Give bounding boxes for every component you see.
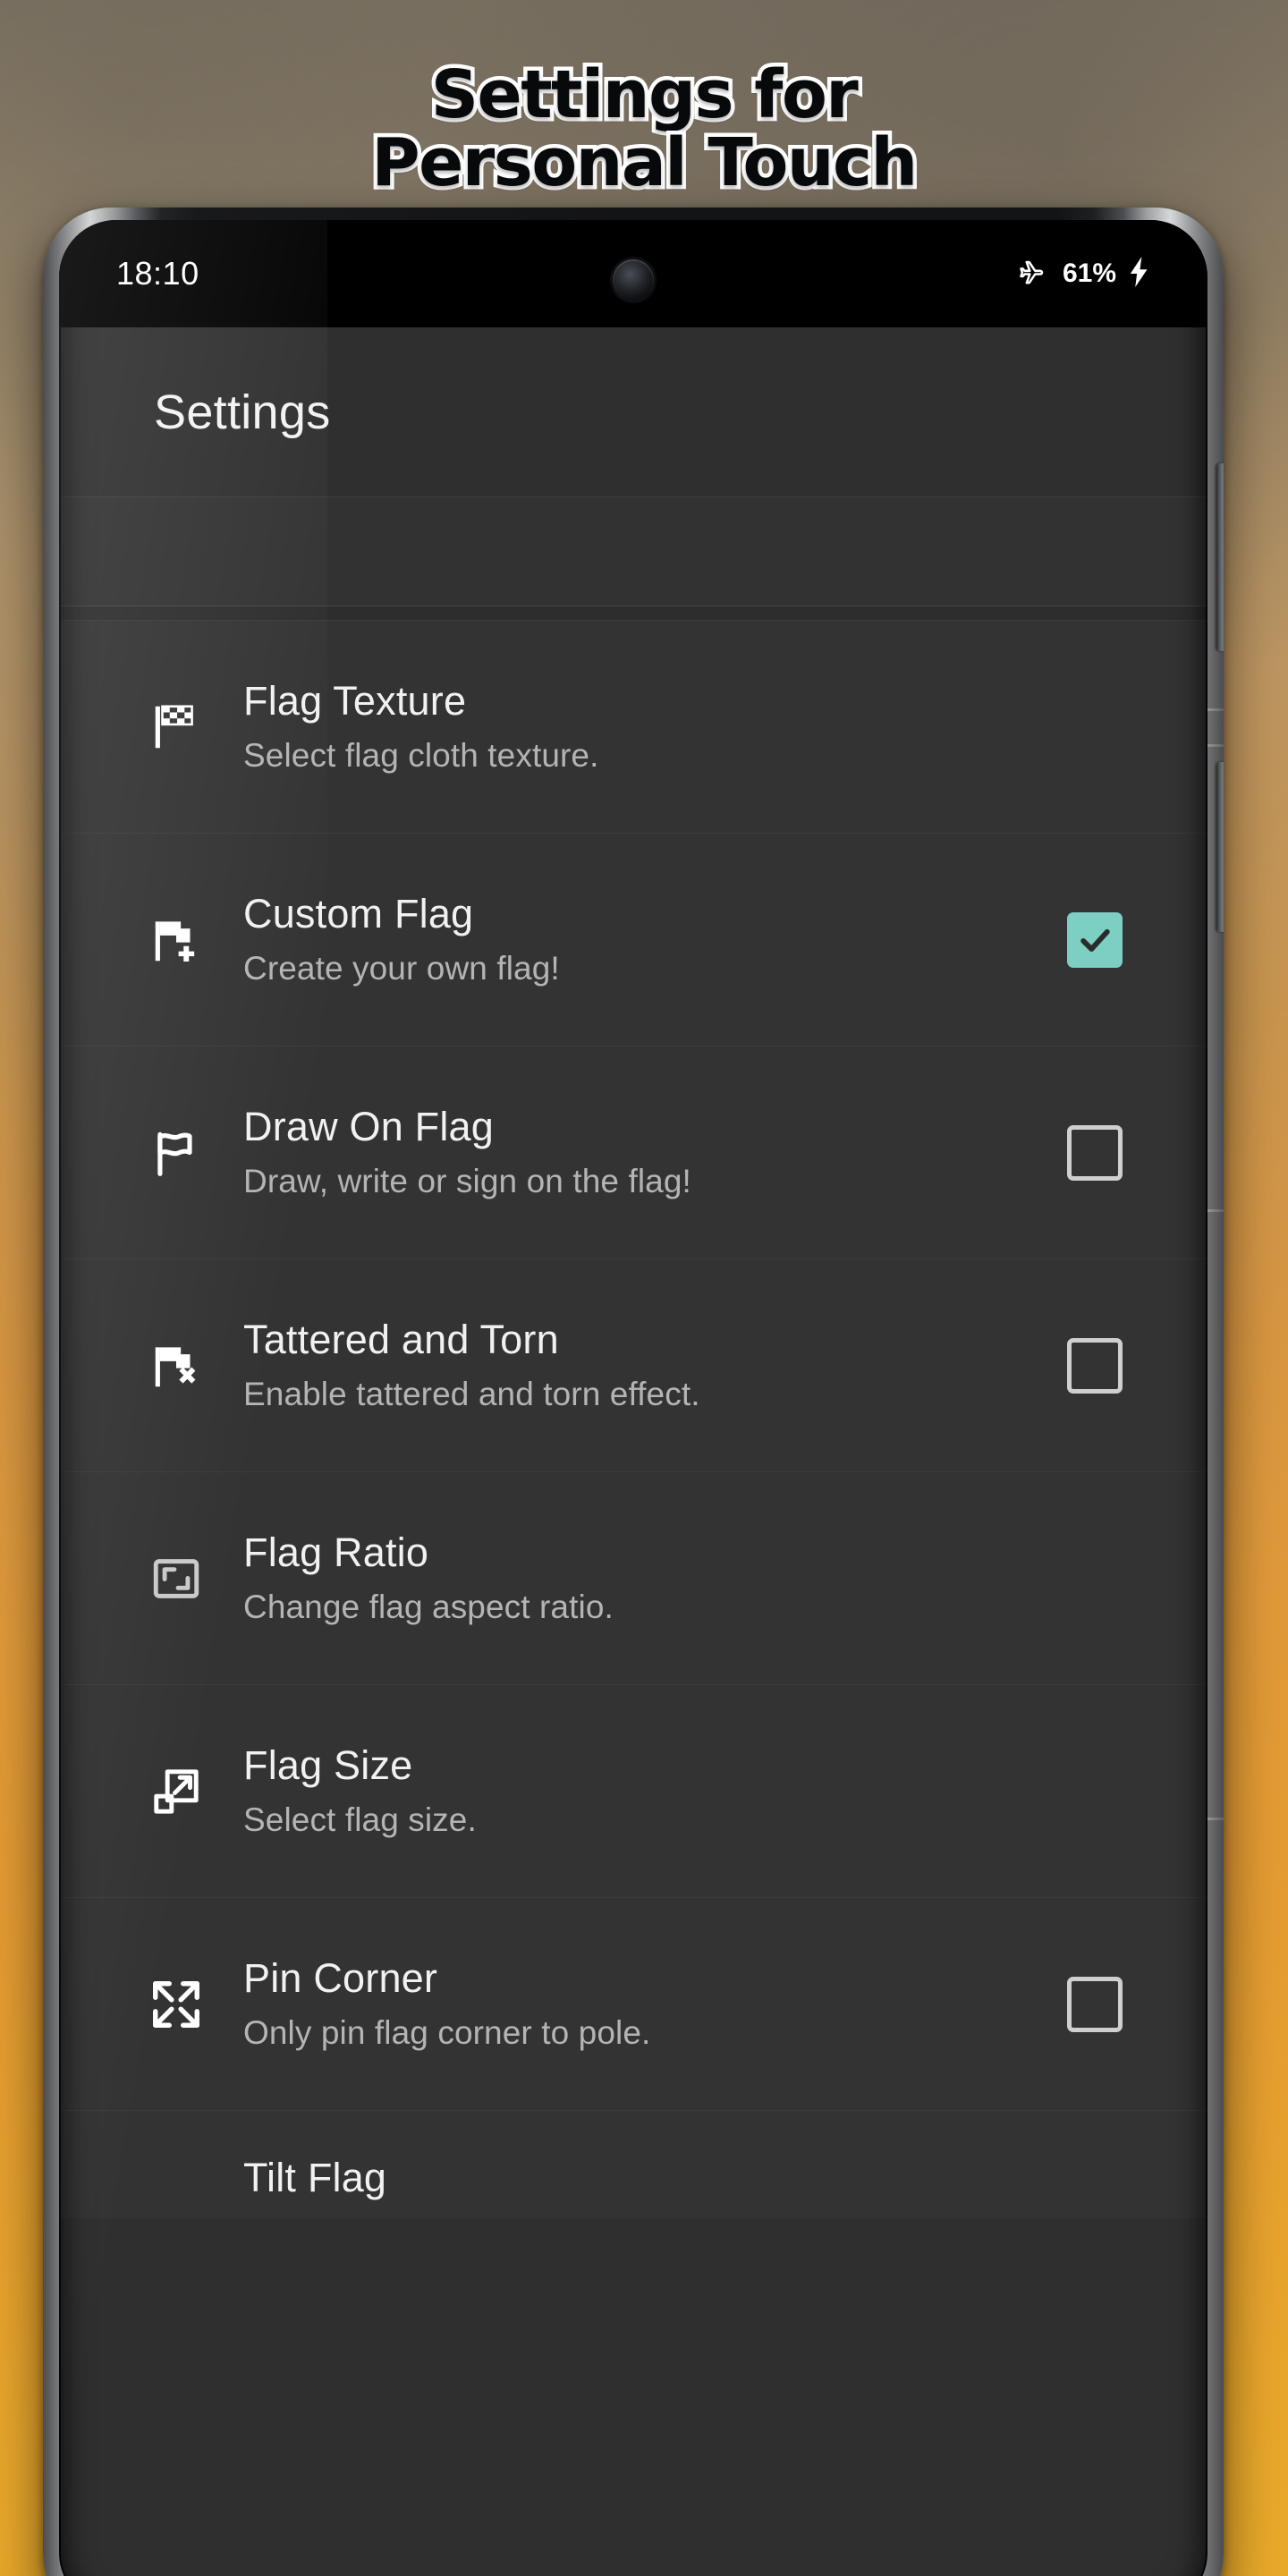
checkbox-unchecked[interactable] [1067,1124,1123,1181]
checkbox-unchecked[interactable] [1067,1337,1123,1394]
list-item-title: Draw On Flag [243,1103,494,1149]
empty-section [59,497,1208,606]
status-bar: 18:10 61% [59,220,1208,327]
page-title: Settings [154,385,331,439]
checkered-flag-icon [118,699,234,755]
list-item-partial[interactable]: Tilt Flag [59,2111,1208,2218]
list-item-title: Tattered and Torn [243,1316,559,1362]
airplane-mode-icon [1013,258,1050,291]
list-item-title: Flag Texture [243,677,467,724]
list-item-title: Flag Size [243,1741,413,1788]
checkbox-checked[interactable] [1067,911,1123,968]
list-item[interactable]: Draw On Flag Draw, write or sign on the … [59,1046,1208,1259]
list-item-control[interactable] [1041,1976,1148,2032]
status-bar-right-group: 61% [1013,256,1150,292]
app-bar: Settings [59,327,1208,497]
power-button[interactable] [1216,762,1224,932]
list-item-text: Tattered and Torn Enable tattered and to… [234,1314,1041,1418]
checkbox-unchecked[interactable] [1067,1976,1123,2032]
flag-plus-icon [118,912,234,968]
list-item-title: Tilt Flag [243,2155,387,2200]
list-item-subtitle: Create your own flag! [243,949,560,987]
list-item-subtitle: Enable tattered and torn effect. [243,1375,700,1412]
flag-outline-icon [118,1125,234,1181]
list-item[interactable]: Pin Corner Only pin flag corner to pole. [59,1898,1208,2111]
list-item-text: Custom Flag Create your own flag! [234,888,1041,992]
list-item-title: Custom Flag [243,890,474,936]
volume-button[interactable] [1216,463,1224,651]
list-item-title: Flag Ratio [243,1529,429,1575]
list-item[interactable]: Custom Flag Create your own flag! [59,834,1208,1046]
resize-scale-icon [118,1764,234,1819]
list-item-control[interactable] [1041,1124,1148,1181]
list-item-subtitle: Only pin flag corner to pole. [243,2013,651,2051]
list-item-title: Pin Corner [243,1954,438,2001]
status-bar-clock: 18:10 [116,255,199,292]
list-item[interactable]: Flag Size Select flag size. [59,1685,1208,1898]
flag-x-icon [118,1338,234,1394]
settings-list: Flag Texture Select flag cloth texture. … [59,621,1208,2218]
list-item-text: Flag Texture Select flag cloth texture. [234,675,1041,779]
expand-arrows-icon [118,1977,234,2032]
section-divider [59,606,1208,621]
list-item-subtitle: Select flag size. [243,1801,477,1838]
aspect-ratio-icon [118,1551,234,1606]
list-item[interactable]: Flag Ratio Change flag aspect ratio. [59,1472,1208,1685]
list-item-control[interactable] [1041,1337,1148,1394]
list-item[interactable]: Tattered and Torn Enable tattered and to… [59,1259,1208,1472]
list-item-subtitle: Change flag aspect ratio. [243,1588,614,1625]
list-item-text: Pin Corner Only pin flag corner to pole. [234,1953,1041,2056]
list-item-subtitle: Draw, write or sign on the flag! [243,1162,691,1199]
list-item[interactable]: Flag Texture Select flag cloth texture. [59,621,1208,834]
list-item-subtitle: Select flag cloth texture. [243,736,599,774]
list-item-text: Draw On Flag Draw, write or sign on the … [234,1101,1041,1205]
phone-mockup: 18:10 61% Settings Flag Texture Select f… [43,208,1224,2576]
battery-percentage: 61% [1062,258,1116,288]
list-item-text: Tilt Flag [234,2152,1041,2204]
phone-screen: 18:10 61% Settings Flag Texture Select f… [59,220,1208,2576]
front-camera-punch-hole [613,259,654,301]
list-item-control[interactable] [1041,911,1148,968]
list-item-text: Flag Ratio Change flag aspect ratio. [234,1527,1041,1631]
charging-bolt-icon [1129,256,1150,292]
list-item-text: Flag Size Select flag size. [234,1740,1041,1843]
